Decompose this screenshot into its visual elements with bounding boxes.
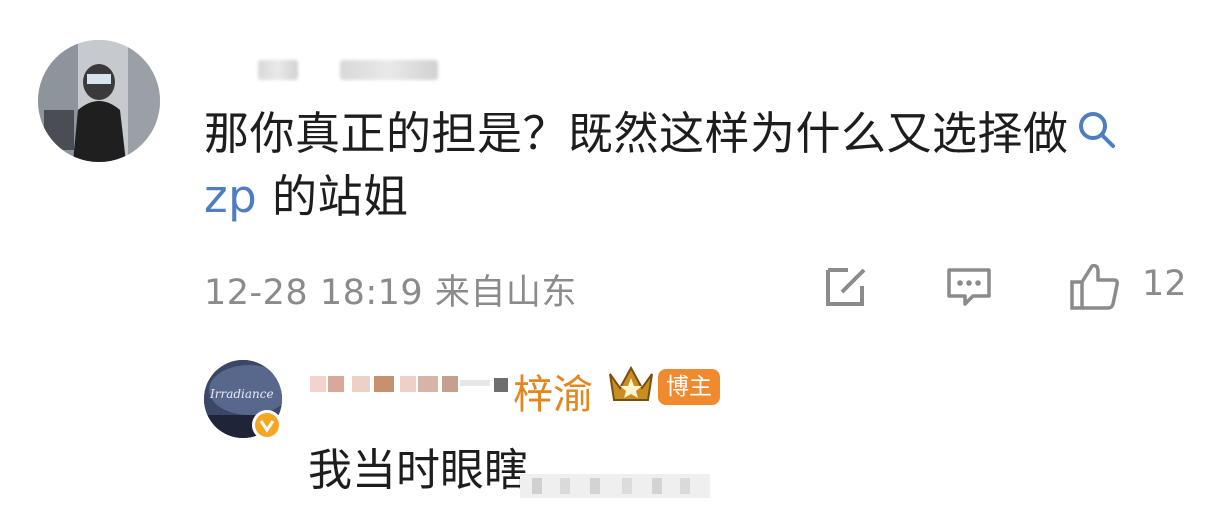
comment-body: 那你真正的担是？既然这样为什么又选择做 zp 的站姐 bbox=[204, 104, 1144, 227]
commenter-avatar[interactable] bbox=[38, 40, 160, 162]
avatar-caption: Irradiance bbox=[209, 387, 274, 401]
reply-body: 我当时眼瞎 bbox=[308, 445, 528, 496]
blur-strip bbox=[520, 474, 710, 498]
thumbs-up-icon[interactable] bbox=[1068, 262, 1122, 314]
comment-timestamp: 12-28 18:19 bbox=[204, 273, 424, 313]
author-badge: 博主 bbox=[658, 369, 720, 405]
comment-location: 来自山东 bbox=[434, 273, 577, 313]
share-edit-icon[interactable] bbox=[822, 264, 870, 312]
comment-meta: 12-28 18:19 来自山东 bbox=[204, 264, 577, 315]
comment-text-line2: 的站姐 bbox=[257, 170, 409, 223]
comment-text-line1: 那你真正的担是？既然这样为什么又选择做 bbox=[204, 107, 1069, 160]
search-icon[interactable] bbox=[1075, 107, 1119, 167]
avatar-photo bbox=[38, 40, 160, 162]
reply-username[interactable]: 梓渝 bbox=[513, 362, 593, 420]
topic-link[interactable]: zp bbox=[204, 170, 257, 223]
blurred-username bbox=[258, 60, 298, 80]
crown-icon bbox=[606, 364, 656, 410]
like-count: 12 bbox=[1142, 264, 1187, 304]
verified-icon bbox=[252, 410, 282, 440]
comment-icon[interactable] bbox=[945, 264, 993, 312]
blurred-reply-username bbox=[310, 372, 510, 396]
blurred-username bbox=[340, 60, 438, 80]
